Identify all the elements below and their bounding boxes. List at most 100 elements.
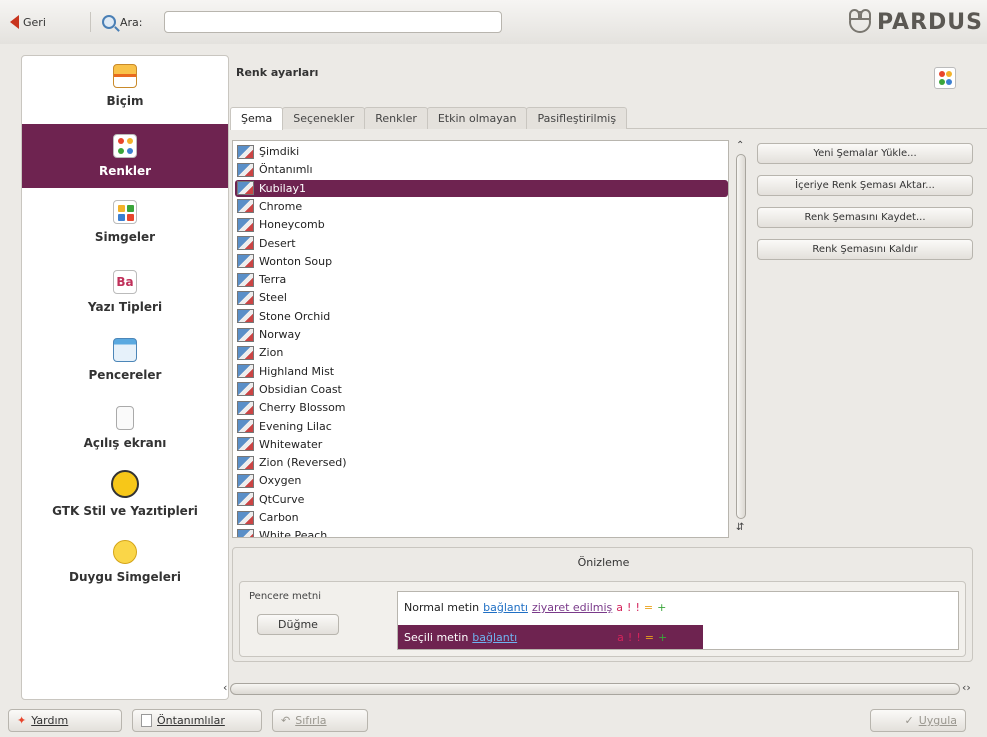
- tab-pasiflestirilmis[interactable]: Pasifleştirilmiş: [526, 107, 628, 129]
- load-new-schemes-button[interactable]: Yeni Şemalar Yükle...: [757, 143, 973, 164]
- sidebar-item-label: Duygu Simgeleri: [69, 570, 181, 584]
- brand-logo: PARDUS: [848, 8, 983, 36]
- window-text-label: Pencere metni: [249, 591, 321, 602]
- tab-renkler[interactable]: Renkler: [364, 107, 428, 129]
- list-item[interactable]: Chrome: [235, 198, 728, 215]
- toolbar-separator: [90, 12, 91, 32]
- scheme-label: Oxygen: [259, 474, 302, 488]
- brand-text: PARDUS: [876, 9, 983, 35]
- toolbar: Geri Ara: PARDUS: [0, 0, 987, 44]
- gtk-icon: [111, 470, 139, 498]
- sidebar-item-gtk[interactable]: GTK Stil ve Yazıtipleri: [22, 470, 228, 534]
- reset-button[interactable]: ↶ Sıfırla: [272, 709, 368, 732]
- horizontal-scrollbar[interactable]: [230, 683, 960, 695]
- list-item[interactable]: Stone Orchid: [235, 308, 728, 325]
- list-item[interactable]: Terra: [235, 271, 728, 288]
- sidebar-item-label: Renkler: [98, 164, 152, 178]
- list-item[interactable]: Wonton Soup: [235, 253, 728, 270]
- apply-label: Uygula: [918, 714, 957, 727]
- windows-icon: [113, 338, 137, 362]
- link-text[interactable]: bağlantı: [483, 601, 528, 614]
- list-item[interactable]: Whitewater: [235, 436, 728, 453]
- scheme-label: Zion (Reversed): [259, 456, 347, 470]
- apply-check-icon: ✓: [904, 714, 914, 727]
- list-scrollbar[interactable]: ⌃ ⇵: [733, 140, 749, 548]
- fonts-icon: Ba: [113, 270, 137, 294]
- defaults-label: Öntanımlılar: [157, 714, 225, 727]
- sidebar-item-duygu-simgeleri[interactable]: Duygu Simgeleri: [22, 540, 228, 600]
- page-title: Renk ayarları: [236, 66, 319, 79]
- scheme-thumbnail-icon: [237, 327, 254, 342]
- scroll-up-icon[interactable]: ⌃: [736, 140, 744, 151]
- list-item[interactable]: Zion (Reversed): [235, 454, 728, 471]
- scheme-label: Cherry Blossom: [259, 401, 346, 415]
- scheme-label: Kubilay1: [259, 181, 306, 195]
- normal-text: Normal metin: [404, 601, 480, 614]
- scheme-thumbnail-icon: [237, 510, 254, 525]
- list-item[interactable]: Kubilay1: [235, 179, 728, 197]
- mark-exclaim-2: !: [635, 601, 640, 614]
- list-item[interactable]: Carbon: [235, 509, 728, 526]
- normal-text-row: Normal metin bağlantı ziyaret edilmiş a …: [404, 601, 666, 614]
- list-item[interactable]: Evening Lilac: [235, 418, 728, 435]
- apply-button[interactable]: ✓ Uygula: [870, 709, 966, 732]
- colors-icon: [113, 134, 137, 158]
- list-item[interactable]: Zion: [235, 344, 728, 361]
- sidebar-item-pencereler[interactable]: Pencereler: [22, 338, 228, 398]
- sidebar-item-acilis-ekrani[interactable]: Açılış ekranı: [22, 406, 228, 466]
- list-item[interactable]: Highland Mist: [235, 363, 728, 380]
- scheme-label: Chrome: [259, 199, 303, 213]
- sidebar-item-label: GTK Stil ve Yazıtipleri: [52, 504, 198, 518]
- scheme-thumbnail-icon: [237, 181, 254, 196]
- import-scheme-button[interactable]: İçeriye Renk Şeması Aktar...: [757, 175, 973, 196]
- scheme-thumbnail-icon: [237, 455, 254, 470]
- scheme-thumbnail-icon: [237, 364, 254, 379]
- color-scheme-list[interactable]: Şimdiki Öntanımlı Kubilay1 Chrome Honeycomb D…: [232, 140, 729, 538]
- preview-group: Önizleme Pencere metni Düğme Normal meti…: [232, 547, 973, 662]
- list-item[interactable]: White Peach: [235, 527, 728, 537]
- list-item[interactable]: Norway: [235, 326, 728, 343]
- back-button[interactable]: Geri: [4, 10, 52, 34]
- selected-link-text[interactable]: bağlantı: [472, 631, 517, 644]
- scheme-label: Terra: [259, 273, 287, 287]
- scheme-thumbnail-icon: [237, 236, 254, 250]
- search-input[interactable]: [164, 11, 502, 33]
- sidebar-item-label: Yazı Tipleri: [87, 300, 163, 314]
- scheme-label: Stone Orchid: [259, 309, 331, 323]
- list-item[interactable]: Honeycomb: [235, 216, 728, 233]
- list-item[interactable]: Şimdiki: [235, 143, 728, 160]
- sidebar-item-bicim[interactable]: Biçim: [22, 64, 228, 126]
- preview-button[interactable]: Düğme: [257, 614, 339, 635]
- save-scheme-button[interactable]: Renk Şemasını Kaydet...: [757, 207, 973, 228]
- mark-a: a: [616, 601, 624, 614]
- list-item[interactable]: QtCurve: [235, 491, 728, 508]
- sel-mark-exclaim-1: !: [627, 630, 633, 644]
- remove-scheme-button[interactable]: Renk Şemasını Kaldır: [757, 239, 973, 260]
- defaults-button[interactable]: Öntanımlılar: [132, 709, 262, 732]
- document-icon: [141, 714, 152, 727]
- sidebar-item-yazi-tipleri[interactable]: Ba Yazı Tipleri: [22, 270, 228, 330]
- tab-secenekler[interactable]: Seçenekler: [282, 107, 366, 129]
- tab-sema[interactable]: Şema: [230, 107, 284, 130]
- help-label: Yardım: [31, 714, 69, 727]
- scrollbar-thumb[interactable]: [736, 154, 746, 519]
- list-item[interactable]: Desert: [235, 235, 728, 252]
- scheme-label: Highland Mist: [259, 364, 335, 378]
- help-button[interactable]: ✦ Yardım: [8, 709, 122, 732]
- emoticons-icon: [113, 540, 137, 564]
- tab-etkin-olmayan[interactable]: Etkin olmayan: [426, 107, 528, 129]
- list-item[interactable]: Oxygen: [235, 472, 728, 489]
- scroll-updown-icon[interactable]: ⇵: [736, 522, 744, 533]
- list-item[interactable]: Cherry Blossom: [235, 399, 728, 416]
- visited-link-text[interactable]: ziyaret edilmiş: [532, 601, 612, 614]
- list-item[interactable]: Obsidian Coast: [235, 381, 728, 398]
- scroll-left-icon[interactable]: ‹: [223, 681, 227, 694]
- scroll-leftright-icon[interactable]: ‹›: [962, 681, 971, 694]
- scheme-label: Zion: [259, 346, 284, 360]
- list-item[interactable]: Steel: [235, 289, 728, 306]
- sidebar-item-simgeler[interactable]: Simgeler: [22, 200, 228, 260]
- scheme-label: Carbon: [259, 511, 299, 524]
- scheme-thumbnail-icon: [237, 437, 254, 452]
- sidebar-item-renkler[interactable]: Renkler: [22, 124, 228, 188]
- list-item[interactable]: Öntanımlı: [235, 161, 728, 178]
